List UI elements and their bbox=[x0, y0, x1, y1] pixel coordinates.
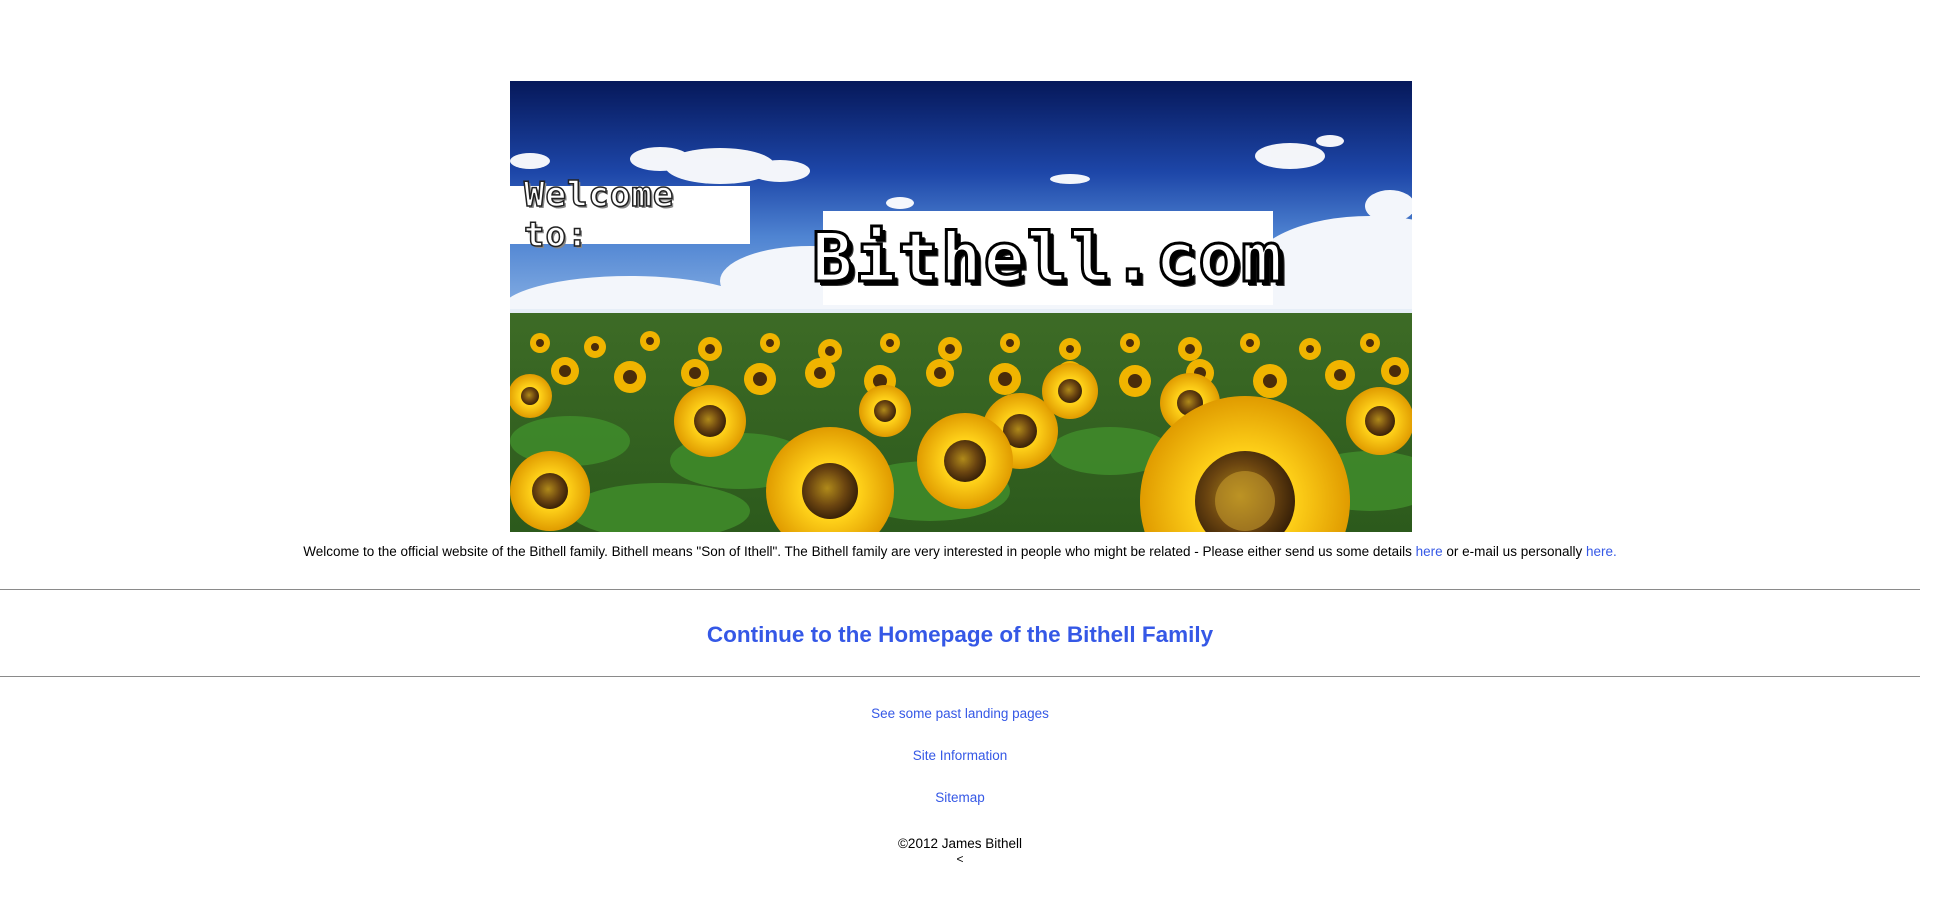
continue-heading: Continue to the Homepage of the Bithell … bbox=[0, 621, 1920, 649]
landing-page: Welcome to: Bithell.com Welcome to the o… bbox=[0, 0, 1960, 922]
email-link[interactable]: here. bbox=[1586, 544, 1617, 559]
link-row: See some past landing pages bbox=[0, 706, 1920, 748]
sitemap-link[interactable]: Sitemap bbox=[935, 790, 985, 805]
continue-to-homepage-link[interactable]: Continue to the Homepage of the Bithell … bbox=[707, 622, 1213, 647]
intro-text-start: Welcome to the official website of the B… bbox=[303, 544, 1416, 559]
link-row: Sitemap bbox=[0, 790, 1920, 832]
footer: ©2012 James Bithell < bbox=[0, 836, 1920, 866]
site-title-logo: Bithell.com bbox=[810, 211, 1284, 305]
secondary-links: See some past landing pages Site Informa… bbox=[0, 706, 1920, 832]
sunflower-field-image bbox=[510, 81, 1412, 532]
intro-paragraph: Welcome to the official website of the B… bbox=[0, 544, 1920, 560]
copyright-text: ©2012 James Bithell bbox=[897, 836, 1022, 851]
send-details-link[interactable]: here bbox=[1416, 544, 1443, 559]
welcome-to-label: Welcome to: bbox=[510, 174, 750, 256]
link-row: Site Information bbox=[0, 748, 1920, 790]
intro-text-middle: or e-mail us personally bbox=[1442, 544, 1586, 559]
divider-top bbox=[0, 589, 1920, 590]
past-landing-pages-link[interactable]: See some past landing pages bbox=[871, 706, 1049, 721]
hero-banner: Welcome to: Bithell.com bbox=[510, 81, 1412, 532]
divider-bottom bbox=[0, 676, 1920, 677]
caret-text: < bbox=[956, 852, 964, 866]
site-information-link[interactable]: Site Information bbox=[913, 748, 1008, 763]
